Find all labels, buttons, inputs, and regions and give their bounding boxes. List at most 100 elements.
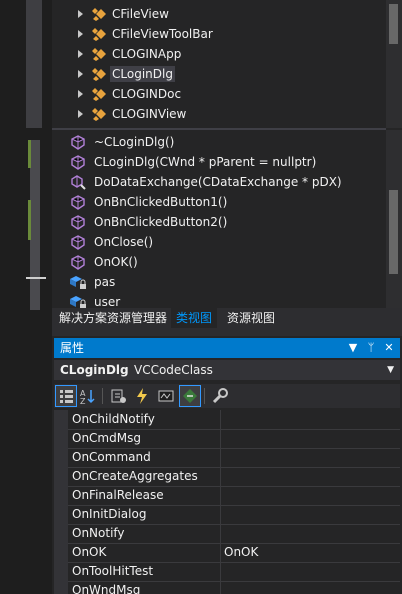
member-item[interactable]: OnBnClickedButton1() [52,192,386,212]
property-row[interactable]: OnFinalRelease [68,486,400,506]
member-item[interactable]: CLoginDlg(CWnd * pParent = nullptr) [52,152,386,172]
property-row[interactable]: OnCommand [68,448,400,468]
member-label: DoDataExchange(CDataExchange * pDX) [94,175,342,189]
property-row[interactable]: OnInitDialog [68,505,400,525]
member-label: CLoginDlg(CWnd * pParent = nullptr) [94,155,317,169]
editor-scroll-thumb[interactable] [30,140,40,310]
property-row[interactable]: OnChildNotify [68,410,400,430]
property-name: OnInitDialog [72,507,147,521]
method-icon [70,235,86,250]
property-name: OnToolHitTest [72,564,154,578]
tree-scroll-thumb[interactable] [389,4,398,44]
property-row[interactable]: OnCmdMsg [68,429,400,449]
class-tree: CFileView CFileViewToolBar CLOGINApp CLogin… [52,0,386,128]
tree-item[interactable]: CLoginDlg [52,64,386,84]
tree-item[interactable]: CLOGINView [52,104,386,124]
window-menu-icon[interactable]: ▼ [346,340,360,356]
svg-text:Z: Z [80,397,86,406]
tree-item[interactable]: CLOGINApp [52,44,386,64]
grid-column-splitter[interactable] [220,410,221,594]
expand-arrow-icon[interactable] [78,90,83,98]
categorized-icon[interactable] [55,385,77,407]
grid-margin [54,410,68,594]
tree-item-label: CLOGINApp [112,47,182,61]
tree-item[interactable]: CFileView [52,4,386,24]
chevron-down-icon[interactable]: ▼ [387,362,394,378]
class-icon [92,107,107,121]
properties-toolbar: AZ [54,384,400,408]
property-value[interactable]: OnOK [224,544,258,561]
property-name: OnCmdMsg [72,431,141,445]
events-icon[interactable] [132,386,152,406]
property-name: OnNotify [72,526,125,540]
panel-tabs: 解决方案资源管理器 类视图 资源视图 [52,308,402,330]
class-icon [92,27,107,41]
editor-scrollbar[interactable] [26,0,42,128]
member-label: ~CLoginDlg() [94,135,175,149]
property-grid: OnChildNotify OnCmdMsg OnCommand OnCreateAg… [54,410,400,594]
class-view-panel: CFileView CFileViewToolBar CLOGINApp CLogin… [52,0,402,308]
expand-arrow-icon[interactable] [78,110,83,118]
member-item[interactable]: pas [52,272,386,292]
property-row[interactable]: OnToolHitTest [68,562,400,582]
protected-method-icon [70,175,86,190]
property-row[interactable]: OnWndMsg [68,581,400,594]
properties-title-bar[interactable]: 属性 ▼ ᛘ ✕ [54,338,400,358]
tree-item-label: CLOGINView [112,107,187,121]
close-icon[interactable]: ✕ [382,340,396,356]
member-label: OnBnClickedButton2() [94,215,228,229]
tree-item[interactable]: CLOGINDoc [52,84,386,104]
member-label: pas [94,275,116,289]
property-name: OnFinalRelease [72,488,164,502]
member-item[interactable]: DoDataExchange(CDataExchange * pDX) [52,172,386,192]
member-list: ~CLoginDlg() CLoginDlg(CWnd * pParent = n… [52,130,386,308]
class-icon [92,87,107,101]
tree-item-label: CLoginDlg [110,66,175,82]
change-marker [28,200,31,240]
member-item[interactable]: OnOK() [52,252,386,272]
object-type: VCCodeClass [134,363,213,377]
member-label: OnOK() [94,255,138,269]
method-icon [70,195,86,210]
method-icon [70,135,86,150]
object-selector[interactable]: CLoginDlg VCCodeClass ▼ [54,360,400,380]
pin-icon[interactable]: ᛘ [364,340,378,356]
members-scrollbar[interactable] [386,130,402,308]
tree-item[interactable]: CFileViewToolBar [52,24,386,44]
tree-scrollbar[interactable] [386,0,402,128]
caret-marker [26,277,46,279]
class-icon [92,47,107,61]
method-icon [70,255,86,270]
method-icon [70,155,86,170]
property-row[interactable]: OnCreateAggregates [68,467,400,487]
class-icon [92,7,107,21]
tree-item-label: CLOGINDoc [112,87,182,101]
properties-title: 属性 [60,341,85,355]
property-name: OnOK [72,545,107,559]
member-item[interactable]: OnBnClickedButton2() [52,212,386,232]
tab-class-view[interactable]: 类视图 [171,308,218,328]
overrides-icon[interactable] [179,385,201,407]
expand-arrow-icon[interactable] [78,70,83,78]
property-row[interactable]: OnOK OnOK [68,543,400,563]
members-scroll-thumb[interactable] [389,190,398,274]
change-marker [28,140,31,168]
property-pages-icon[interactable] [210,386,230,406]
expand-arrow-icon[interactable] [78,10,83,18]
property-row[interactable]: OnNotify [68,524,400,544]
member-item[interactable]: ~CLoginDlg() [52,132,386,152]
expand-arrow-icon[interactable] [78,30,83,38]
properties-icon[interactable] [108,386,128,406]
member-label: OnClose() [94,235,154,249]
method-icon [70,215,86,230]
tab-solution-explorer[interactable]: 解决方案资源管理器 [54,308,172,328]
tab-resource-view[interactable]: 资源视图 [222,308,280,328]
member-label: user [94,295,121,308]
messages-icon[interactable] [156,386,176,406]
tree-item-label: CFileView [112,7,169,21]
expand-arrow-icon[interactable] [78,50,83,58]
member-item[interactable]: OnClose() [52,232,386,252]
alphabetical-icon[interactable]: AZ [78,386,98,406]
toolbar-separator [204,388,205,404]
member-item[interactable]: user [52,292,386,308]
